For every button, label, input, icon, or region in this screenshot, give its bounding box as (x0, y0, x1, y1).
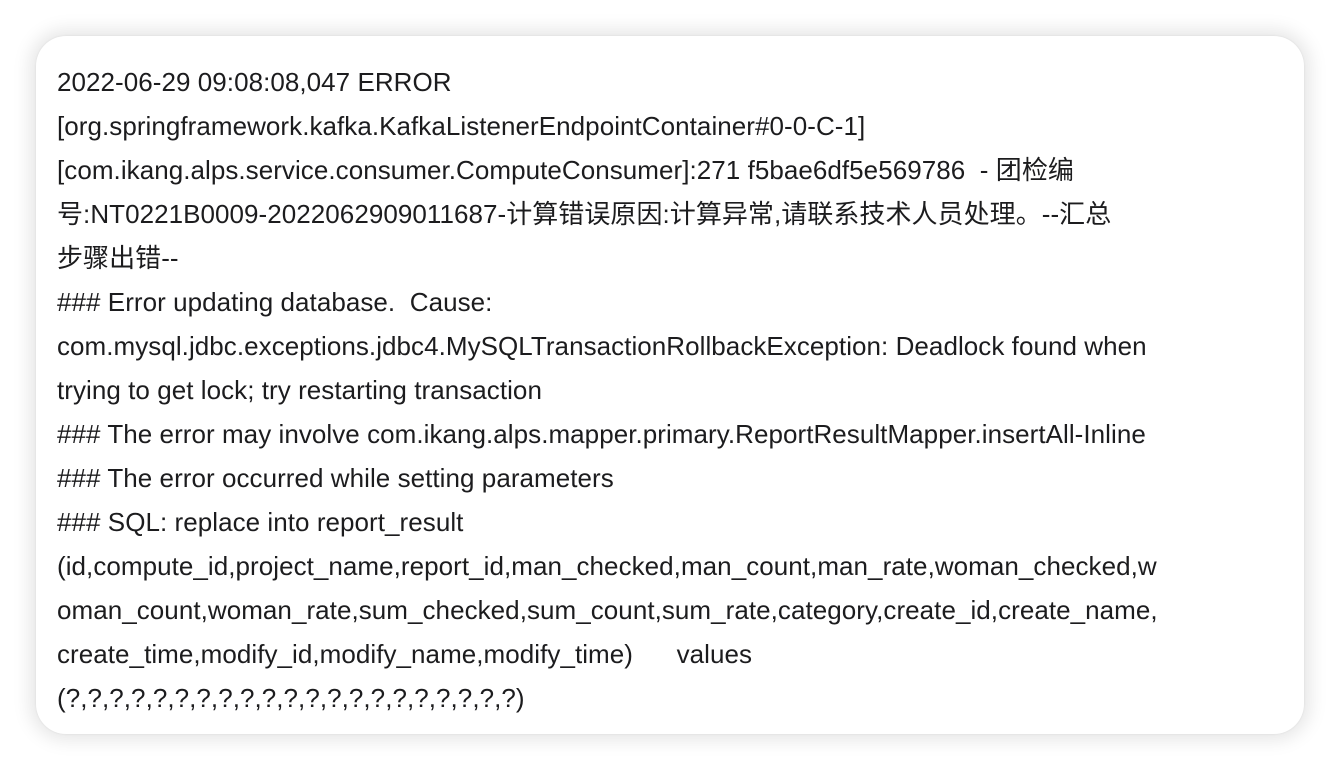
log-line: 2022-06-29 09:08:08,047 ERROR (57, 67, 452, 97)
error-log-text: 2022-06-29 09:08:08,047 ERROR [org.sprin… (57, 60, 1284, 720)
log-line: ### Error updating database. Cause: (57, 287, 493, 317)
log-line: oman_count,woman_rate,sum_checked,sum_co… (57, 595, 1158, 625)
log-line: ### The error may involve com.ikang.alps… (57, 419, 1146, 449)
log-line: 步骤出错-- (57, 243, 179, 273)
log-line: trying to get lock; try restarting trans… (57, 375, 542, 405)
log-line: (id,compute_id,project_name,report_id,ma… (57, 551, 1157, 581)
error-log-card: 2022-06-29 09:08:08,047 ERROR [org.sprin… (36, 36, 1304, 734)
log-line: [org.springframework.kafka.KafkaListener… (57, 111, 866, 141)
log-line: ### The error occurred while setting par… (57, 463, 614, 493)
log-line: 号:NT0221B0009-2022062909011687-计算错误原因:计算… (57, 199, 1112, 229)
log-line: create_time,modify_id,modify_name,modify… (57, 639, 753, 669)
log-line: [com.ikang.alps.service.consumer.Compute… (57, 155, 1074, 185)
log-line: ### SQL: replace into report_result (57, 507, 464, 537)
log-line: (?,?,?,?,?,?,?,?,?,?,?,?,?,?,?,?,?,?,?,?… (57, 683, 525, 713)
log-line: com.mysql.jdbc.exceptions.jdbc4.MySQLTra… (57, 331, 1147, 361)
